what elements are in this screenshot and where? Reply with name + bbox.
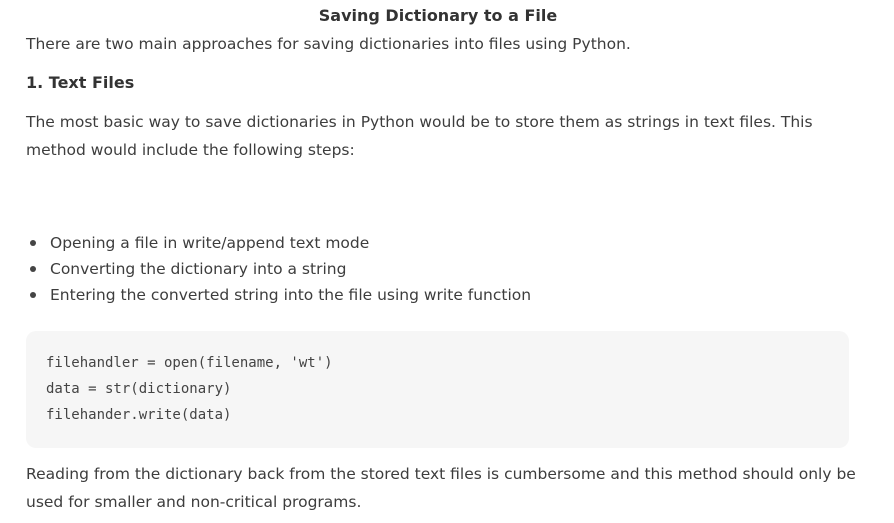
- list-item-text: Converting the dictionary into a string: [50, 260, 347, 278]
- page-title: Saving Dictionary to a File: [318, 6, 558, 25]
- code-line: filehander.write(data): [46, 407, 232, 423]
- description-paragraph: The most basic way to save dictionaries …: [26, 113, 813, 159]
- intro-paragraph: There are two main approaches for saving…: [26, 35, 631, 53]
- document-page: Saving Dictionary to a File There are tw…: [0, 0, 894, 523]
- closing-paragraph: Reading from the dictionary back from th…: [26, 465, 856, 511]
- bullet-icon: [30, 240, 36, 246]
- section-heading: 1. Text Files: [26, 73, 135, 92]
- code-line: data = str(dictionary): [46, 381, 232, 397]
- list-item-text: Opening a file in write/append text mode: [50, 234, 370, 252]
- list-item: Entering the converted string into the f…: [26, 282, 531, 308]
- list-item-text: Entering the converted string into the f…: [50, 286, 532, 304]
- steps-list: Opening a file in write/append text mode…: [26, 230, 531, 308]
- code-line: filehandler = open(filename, 'wt'): [46, 355, 333, 371]
- list-item: Opening a file in write/append text mode: [26, 230, 531, 256]
- bullet-icon: [30, 292, 36, 298]
- code-block: filehandler = open(filename, 'wt') data …: [26, 331, 849, 448]
- list-item: Converting the dictionary into a string: [26, 256, 531, 282]
- bullet-icon: [30, 266, 36, 272]
